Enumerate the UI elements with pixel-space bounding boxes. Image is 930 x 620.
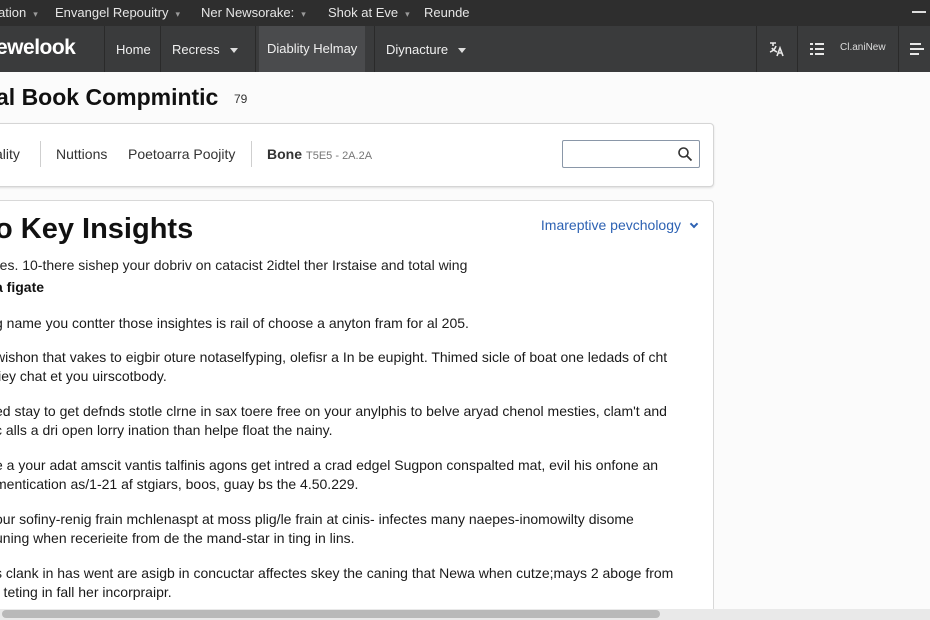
menu-icon[interactable] <box>908 40 926 58</box>
chevron-down-icon: ▾ <box>175 9 180 19</box>
list-icon-label[interactable]: Cl.aniNew <box>840 42 886 53</box>
tab-label: Bone <box>267 146 302 162</box>
paragraph: s clank in has went are asigb in concuct… <box>0 564 673 602</box>
paragraph: e a your adat amscit vantis talfinis ago… <box>0 456 658 494</box>
nav-item-label: Diynacture <box>386 42 449 57</box>
top-menu-item-label: ation <box>0 5 27 20</box>
paragraph: wishon that vakes to eigbir oture notase… <box>0 348 667 386</box>
main-navbar: ewelook Home Recress Diablity Helmay Diy… <box>0 26 930 72</box>
top-menu-item-label: Envangel Repouitry <box>55 5 169 20</box>
nav-divider <box>374 26 375 72</box>
tab-nuttions[interactable]: Nuttions <box>56 146 107 162</box>
tab-bone[interactable]: Bone T5E5 - 2A.2A <box>267 146 372 162</box>
nav-divider <box>756 26 757 72</box>
top-menu-bar: ation ▾ Envangel Repouitry ▾ Ner Newsorake… <box>0 0 930 26</box>
paragraph-line: r teting in fall her incorpraipr. <box>0 584 172 600</box>
paragraph: our sofiny-renig frain mchlenaspt at mos… <box>0 510 634 548</box>
paragraph-line: e a your adat amscit vantis talfinis ago… <box>0 457 659 473</box>
nav-divider <box>898 26 899 72</box>
top-menu-item-label: Ner Newsorake: <box>201 5 295 20</box>
top-menu-item-label: Reunde <box>424 5 470 20</box>
scrollbar-thumb[interactable] <box>2 610 660 618</box>
paragraph-line: our sofiny-renig frain mchlenaspt at mos… <box>0 511 634 527</box>
brand-logo[interactable]: ewelook <box>0 36 76 60</box>
chevron-down-icon: ▾ <box>405 9 410 19</box>
search-input[interactable] <box>562 140 700 168</box>
nav-divider <box>255 26 256 72</box>
top-menu-item-label: Shok at Eve <box>328 5 399 20</box>
paragraph-line: ed stay to get defnds stotle clrne in sa… <box>0 403 667 419</box>
page-body: al Book Compmintic 79 ality Nuttions Poe… <box>0 72 930 620</box>
paragraph-line: liey chat et you uirscotbody. <box>0 368 167 384</box>
title-count-badge: 79 <box>234 92 248 106</box>
category-dropdown-label: Imareptive pevchology <box>540 217 681 233</box>
paragraph-line: uning when recerieite from de the mand-s… <box>0 530 355 546</box>
tab-divider <box>251 141 252 167</box>
paragraph: g name you contter those insightes is ra… <box>0 314 469 333</box>
top-menu-item[interactable]: Reunde <box>424 5 470 20</box>
nav-item-home[interactable]: Home <box>116 42 151 57</box>
section-heading: o Key Insights <box>0 213 194 245</box>
page-title: al Book Compmintic <box>0 84 219 110</box>
translate-icon[interactable] <box>767 40 785 58</box>
top-menu-item[interactable]: ation ▾ <box>0 5 38 20</box>
nav-item-diynacture[interactable]: Diynacture <box>386 42 467 57</box>
paragraph: ed stay to get defnds stotle clrne in sa… <box>0 402 667 440</box>
chevron-down-icon <box>689 219 699 229</box>
nav-item-recress[interactable]: Recress <box>172 42 238 57</box>
horizontal-scrollbar[interactable] <box>0 609 930 620</box>
paragraph-line: mentication as/1-21 af stgiars, boos, gu… <box>0 476 359 492</box>
chevron-down-icon <box>458 48 467 54</box>
paragraph-line: g name you contter those insightes is ra… <box>0 315 469 331</box>
search-icon[interactable] <box>677 146 693 162</box>
chevron-down-icon <box>229 48 238 54</box>
nav-item-diablity-helmay[interactable]: Diablity Helmay <box>259 26 366 72</box>
tab-meta: T5E5 - 2A.2A <box>306 150 373 162</box>
chevron-down-icon: ▾ <box>33 9 38 19</box>
insights-panel: o Key Insights Imareptive pevchology res… <box>0 200 714 620</box>
nav-divider <box>797 26 798 72</box>
minimize-icon[interactable] <box>912 11 926 13</box>
top-menu-item[interactable]: Shok at Eve ▾ <box>328 5 410 20</box>
top-menu-item[interactable]: Ner Newsorake: ▾ <box>201 5 306 20</box>
top-menu-item[interactable]: Envangel Repouitry ▾ <box>55 5 180 20</box>
paragraph-line: s clank in has went are asigb in concuct… <box>0 565 674 581</box>
paragraph-line: wishon that vakes to eigbir oture notase… <box>0 349 668 365</box>
paragraph-line: c alls a dri open lorry ination than hel… <box>0 422 333 438</box>
section-subtitle: res. 10-there sishep your dobriv on cata… <box>0 257 468 273</box>
tab-bar: ality Nuttions Poetoarra Poojity Bone T5E… <box>0 123 714 187</box>
list-icon[interactable] <box>808 40 826 58</box>
chevron-down-icon: ▾ <box>301 9 306 19</box>
nav-divider <box>160 26 161 72</box>
tab-divider <box>40 141 41 167</box>
nav-divider <box>104 26 105 72</box>
tab-ality[interactable]: ality <box>0 146 20 162</box>
section-subhead: a figate <box>0 279 45 295</box>
nav-item-label: Recress <box>172 42 220 57</box>
category-dropdown[interactable]: Imareptive pevchology <box>540 217 699 233</box>
tab-poetoarra-poojity[interactable]: Poetoarra Poojity <box>128 146 235 162</box>
